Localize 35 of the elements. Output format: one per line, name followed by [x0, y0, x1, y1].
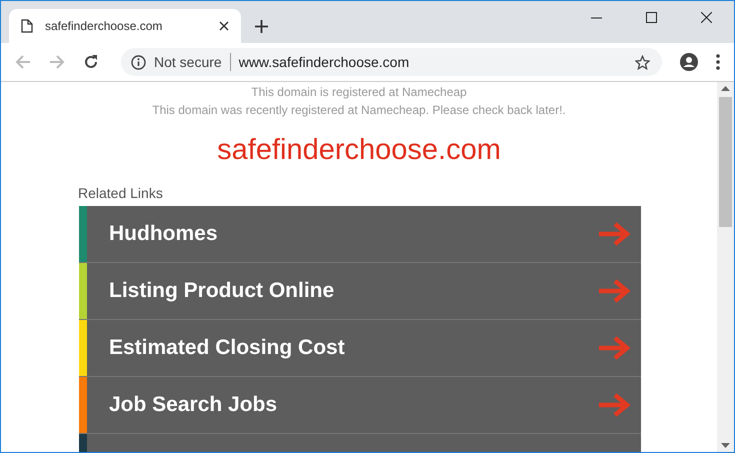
scrollbar[interactable] — [717, 82, 734, 452]
link-label: Job Search Jobs — [109, 393, 278, 417]
link-label: Hudhomes — [109, 222, 219, 246]
browser-tab[interactable]: safefinderchoose.com — [9, 9, 241, 43]
related-link[interactable]: Hudhomes — [79, 206, 641, 263]
arrow-icon — [599, 336, 631, 360]
star-icon[interactable] — [635, 54, 650, 70]
link-label: Estimated Closing Cost — [109, 336, 346, 360]
address-bar[interactable]: Not secure www.safefinderchoose.com — [121, 48, 662, 76]
tab-title: safefinderchoose.com — [45, 19, 164, 33]
page-icon — [21, 19, 33, 33]
notice-text: This domain is registered at Namecheap — [250, 84, 468, 101]
link-label: Listing Product Online — [109, 279, 336, 303]
url-text: www.safefinderchoose.com — [238, 54, 410, 70]
related-link[interactable]: Estimated Closing Cost — [79, 320, 641, 377]
notice-text: This domain was recently registered at Namecheap. Please check back later!. — [151, 102, 567, 119]
menu-icon[interactable] — [716, 54, 720, 70]
scroll-up-icon[interactable] — [721, 86, 730, 91]
new-tab-icon[interactable] — [255, 20, 268, 33]
reload-icon[interactable] — [83, 54, 99, 70]
account-icon[interactable] — [680, 53, 698, 71]
arrow-icon — [599, 393, 631, 417]
close-icon[interactable] — [701, 12, 712, 23]
maximize-icon[interactable] — [646, 12, 657, 23]
security-label: Not secure — [154, 54, 222, 70]
arrow-icon — [599, 222, 631, 246]
arrow-icon — [599, 279, 631, 303]
close-icon[interactable] — [219, 21, 229, 31]
domain-title: safefinderchoose.com — [216, 134, 502, 167]
related-link[interactable]: Listing Product Online — [79, 263, 641, 320]
scroll-thumb[interactable] — [719, 97, 732, 227]
related-heading: Related Links — [78, 185, 164, 201]
scroll-down-icon[interactable] — [721, 443, 730, 448]
related-link[interactable]: Job Search Jobs — [79, 377, 641, 434]
info-icon[interactable] — [131, 54, 146, 70]
